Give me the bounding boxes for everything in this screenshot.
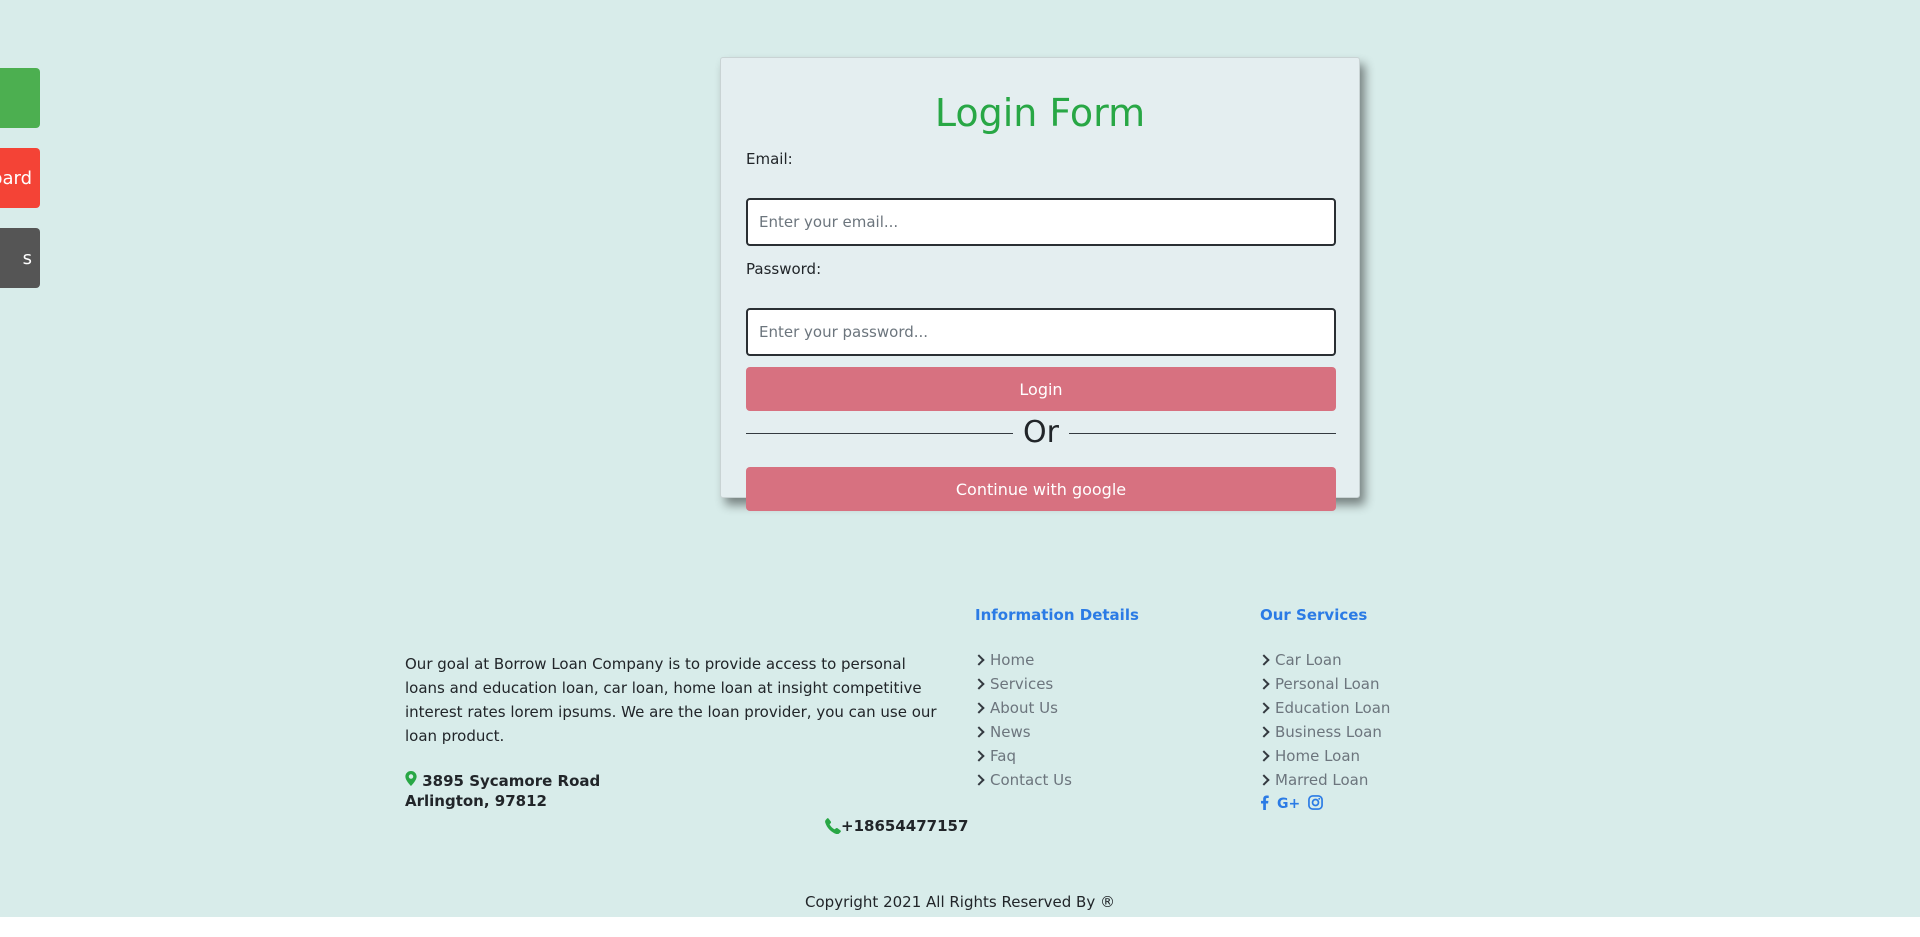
or-text: Or <box>1023 415 1059 450</box>
service-link-label: Car Loan <box>1275 651 1342 669</box>
chevron-right-icon <box>973 678 985 690</box>
login-card: Login Form Email: Password: Login Or Con… <box>720 57 1360 511</box>
services-links-list: Car Loan Personal Loan Education Loan Bu… <box>1258 648 1391 792</box>
divider-line-right <box>1068 432 1337 434</box>
chevron-right-icon <box>973 654 985 666</box>
copyright-text: Copyright 2021 All Rights Reserved By ® <box>805 893 1115 911</box>
chevron-right-icon <box>1258 726 1270 738</box>
chevron-right-icon <box>1258 774 1270 786</box>
footer-link-label: Services <box>990 675 1054 693</box>
chevron-right-icon <box>973 702 985 714</box>
our-services-title: Our Services <box>1260 606 1368 624</box>
info-details-title: Information Details <box>975 606 1139 624</box>
service-link-business-loan[interactable]: Business Loan <box>1258 720 1390 744</box>
google-plus-icon[interactable]: G+ <box>1277 796 1300 812</box>
email-label: Email: <box>746 150 793 168</box>
login-title: Login Form <box>934 91 1146 135</box>
google-login-button[interactable]: Continue with google <box>746 467 1336 511</box>
footer-link-news[interactable]: News <box>973 720 1139 744</box>
phone-text: +18654477157 <box>841 817 969 835</box>
footer-address: 3895 Sycamore Road Arlington, 97812 <box>405 771 665 811</box>
side-button-3-label: s <box>22 247 32 269</box>
login-button[interactable]: Login <box>746 367 1336 411</box>
footer-link-services[interactable]: Services <box>973 672 1139 696</box>
side-button-2-label: board <box>0 167 32 189</box>
chevron-right-icon <box>1258 702 1270 714</box>
email-field[interactable] <box>746 198 1336 246</box>
side-button-3[interactable]: s <box>0 228 40 288</box>
footer-link-contact-us[interactable]: Contact Us <box>973 768 1139 792</box>
info-links-list: Home Services About Us News Faq Contact … <box>973 648 1139 792</box>
chevron-right-icon <box>973 750 985 762</box>
footer-link-label: News <box>990 723 1031 741</box>
side-button-dashboard[interactable]: board <box>0 148 40 208</box>
service-link-education-loan[interactable]: Education Loan <box>1258 696 1391 720</box>
footer-info-column: Information Details Home Services About … <box>973 603 1139 792</box>
footer-link-home[interactable]: Home <box>973 648 1139 672</box>
chevron-right-icon <box>973 774 985 786</box>
service-link-label: Marred Loan <box>1275 771 1369 789</box>
footer-link-label: Home <box>990 651 1035 669</box>
phone-icon <box>825 818 841 834</box>
service-link-home-loan[interactable]: Home Loan <box>1258 744 1390 768</box>
chevron-right-icon <box>1258 678 1270 690</box>
chevron-right-icon <box>973 726 985 738</box>
service-link-label: Home Loan <box>1275 747 1361 765</box>
instagram-icon[interactable] <box>1308 794 1324 814</box>
side-button-1[interactable] <box>0 68 40 128</box>
footer-services-column: Our Services Car Loan Personal Loan Educ… <box>1258 603 1391 816</box>
service-link-marred-loan[interactable]: Marred Loan <box>1258 768 1390 792</box>
map-marker-icon <box>405 771 417 786</box>
password-field[interactable] <box>746 308 1336 356</box>
chevron-right-icon <box>1258 654 1270 666</box>
footer-link-label: Faq <box>990 747 1016 765</box>
footer-link-faq[interactable]: Faq <box>973 744 1139 768</box>
divider-line-left <box>746 432 1014 434</box>
service-link-personal-loan[interactable]: Personal Loan <box>1258 672 1390 696</box>
footer-about-text: Our goal at Borrow Loan Company is to pr… <box>405 655 937 745</box>
footer-phone: +18654477157 <box>825 817 968 835</box>
password-label: Password: <box>746 260 822 278</box>
address-text: 3895 Sycamore Road Arlington, 97812 <box>405 772 601 810</box>
or-divider: Or <box>746 413 1337 453</box>
service-link-label: Education Loan <box>1275 699 1391 717</box>
facebook-icon[interactable] <box>1260 794 1269 814</box>
service-link-label: Business Loan <box>1275 723 1382 741</box>
footer-link-about-us[interactable]: About Us <box>973 696 1139 720</box>
service-link-label: Personal Loan <box>1275 675 1380 693</box>
footer-link-label: Contact Us <box>990 771 1072 789</box>
chevron-right-icon <box>1258 750 1270 762</box>
service-link-car-loan[interactable]: Car Loan <box>1258 648 1390 672</box>
footer-link-label: About Us <box>990 699 1058 717</box>
social-links: G+ <box>1260 792 1390 816</box>
